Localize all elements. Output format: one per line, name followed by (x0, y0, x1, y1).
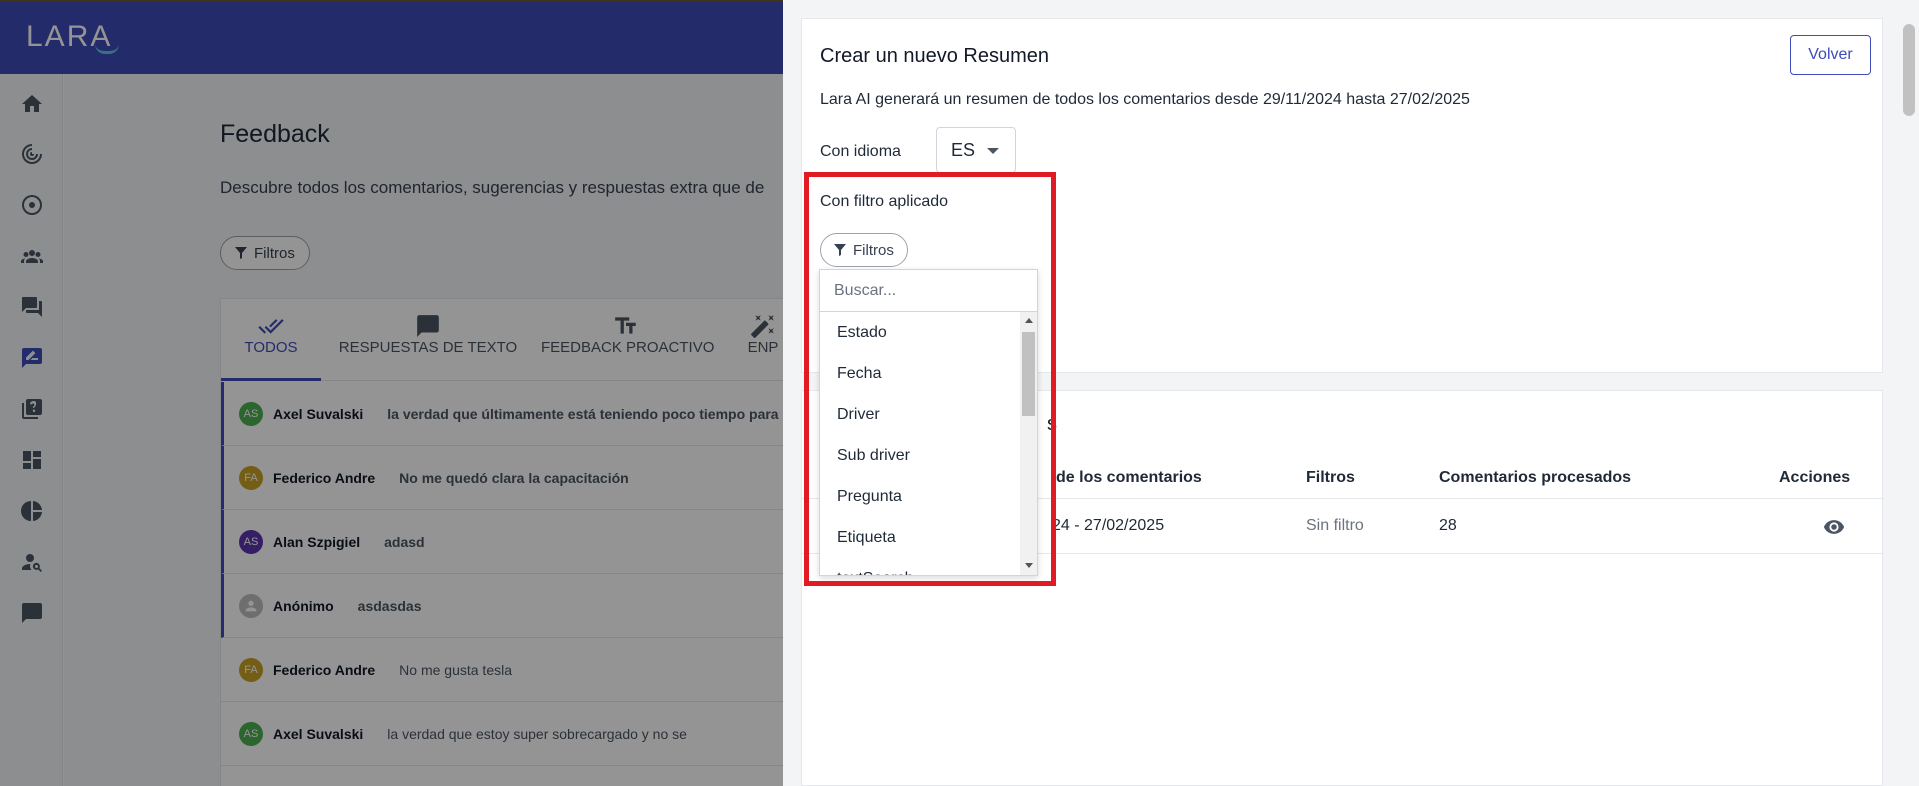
summaries-title: s (1047, 413, 1057, 435)
scroll-up-icon[interactable] (1025, 318, 1033, 323)
filter-option-sub-driver[interactable]: Sub driver (820, 435, 1020, 476)
scroll-thumb[interactable] (1022, 332, 1035, 416)
filter-options-list: Estado Fecha Driver Sub driver Pregunta … (820, 312, 1020, 576)
cell-filters: Sin filtro (1306, 517, 1364, 534)
chevron-down-icon (987, 148, 999, 154)
filter-search-input[interactable] (820, 270, 1037, 312)
cell-processed: 28 (1439, 517, 1457, 534)
scroll-down-icon[interactable] (1025, 563, 1033, 568)
back-button[interactable]: Volver (1790, 35, 1871, 75)
language-select[interactable]: ES (936, 127, 1016, 173)
col-actions: Acciones (1779, 469, 1851, 486)
page-scroll-thumb[interactable] (1903, 24, 1915, 116)
col-filters: Filtros (1306, 469, 1355, 486)
filter-icon (834, 244, 846, 256)
dropdown-scrollbar[interactable] (1020, 312, 1037, 575)
filter-dropdown: Estado Fecha Driver Sub driver Pregunta … (819, 269, 1038, 576)
page-scrollbar[interactable] (1899, 0, 1919, 786)
filter-option-fecha[interactable]: Fecha (820, 353, 1020, 394)
filter-option-pregunta[interactable]: Pregunta (820, 476, 1020, 517)
language-value: ES (951, 139, 976, 160)
drawer-filters-button[interactable]: Filtros (820, 233, 908, 267)
cell-range: 24 - 27/02/2025 (1052, 517, 1165, 534)
modal-backdrop[interactable] (0, 0, 783, 786)
summary-description: Lara AI generará un resumen de todos los… (820, 91, 1470, 108)
filter-option-etiqueta[interactable]: Etiqueta (820, 517, 1020, 558)
filter-option-estado[interactable]: Estado (820, 312, 1020, 353)
drawer-title: Crear un nuevo Resumen (820, 45, 1050, 67)
view-eye-icon[interactable] (1823, 516, 1845, 538)
col-processed: Comentarios procesados (1439, 469, 1632, 486)
col-range: de los comentarios (1056, 469, 1202, 486)
filter-option-driver[interactable]: Driver (820, 394, 1020, 435)
drawer-filters-label: Filtros (853, 241, 894, 259)
filter-option-textsearch[interactable]: textSearch (820, 558, 1020, 576)
language-label: Con idioma (820, 143, 901, 160)
filter-section-label: Con filtro aplicado (820, 193, 949, 210)
